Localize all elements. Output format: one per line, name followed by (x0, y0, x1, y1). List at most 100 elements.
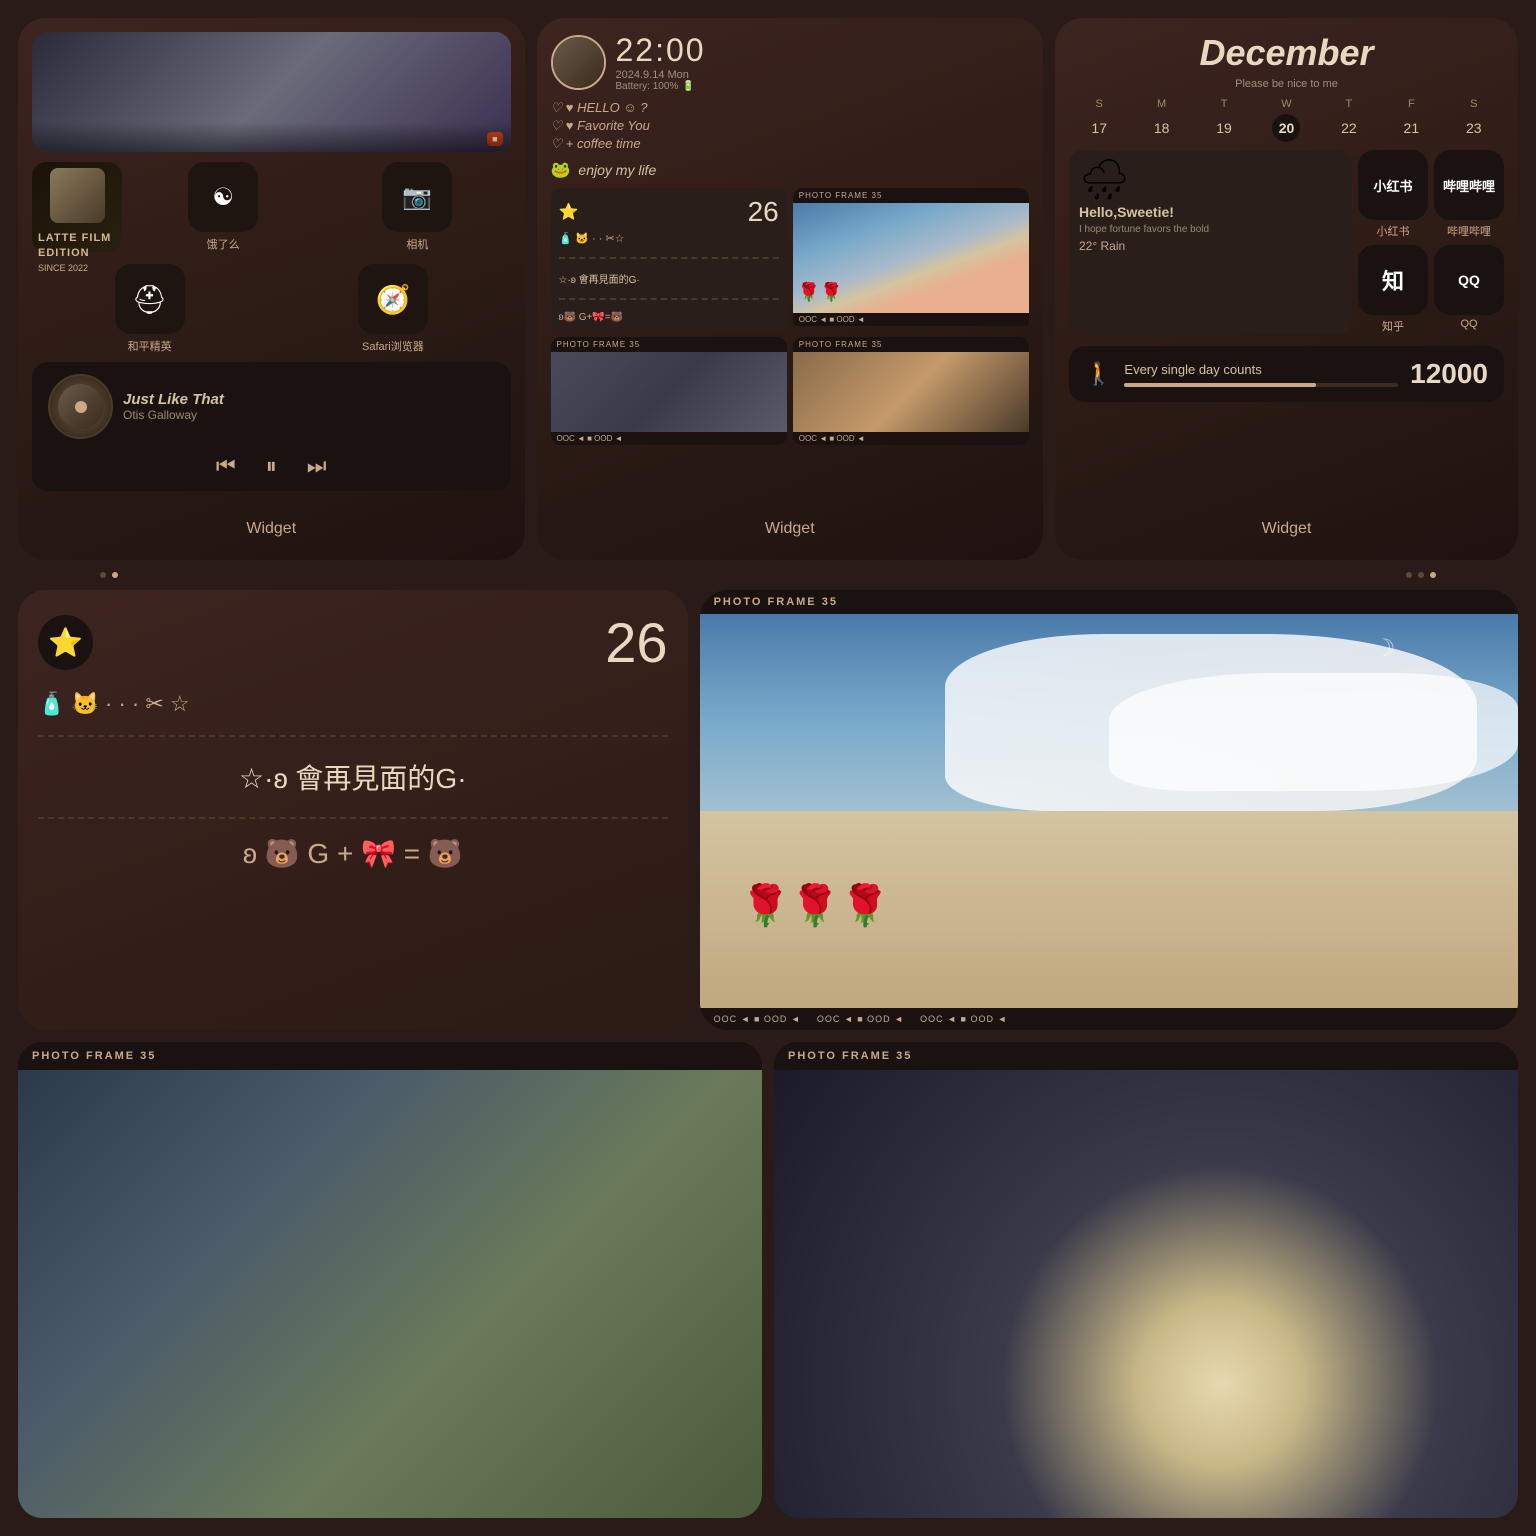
bottom-photo-industrial: PHOTO FRAME 35 (18, 1042, 762, 1518)
photo-arch-img (793, 352, 1029, 432)
big-photo-header: PHOTO FRAME 35 (700, 590, 1518, 614)
pause-button[interactable]: ⏸ (266, 453, 277, 479)
dots-row-combined (0, 560, 1536, 590)
big-photo-panel: PHOTO FRAME 35 ☽ 🌹🌹🌹 OOC ◄ ■ OOD ◄ OOC ◄… (700, 590, 1518, 1030)
battery-text: Battery: 100% (616, 81, 679, 92)
emoji-line-small: 🧴 🐱 · · ✂☆ (559, 232, 779, 245)
chinese-text-big: ☆·ʚ 會再見面的G· (38, 745, 668, 809)
app-icon-bilibili: 哔哩哔哩 (1434, 150, 1504, 220)
photo-footer-train: OOC ◄ ■ OOD ◄ (551, 432, 787, 445)
panel1-label: Widget (32, 514, 511, 546)
dot-right-2 (1418, 572, 1424, 578)
profile-avatar (551, 35, 606, 90)
app-helm[interactable]: ⛑ 和平精英 (32, 264, 267, 354)
bottom-photo-img-industrial (18, 1070, 762, 1518)
star-icon-small: ⭐ (559, 202, 579, 222)
bottom-photo-header-industrial: PHOTO FRAME 35 (18, 1042, 762, 1070)
app-icon-helm: ⛑ (115, 264, 185, 334)
photo-footer-roses: OOC ◄ ■ OOD ◄ (793, 313, 1029, 326)
next-button[interactable]: ⏭ (307, 453, 327, 479)
bottom-photo-moon: PHOTO FRAME 35 (774, 1042, 1518, 1518)
app-ekandao[interactable]: ☯ 饿了么 (130, 162, 316, 256)
app-label-bilibili: 哔哩哔哩 (1447, 223, 1491, 239)
weather-widget: 🌧 Hello,Sweetie! I hope fortune favors t… (1069, 150, 1352, 334)
footer-text-3: OOC ◄ ■ OOD ◄ (920, 1014, 1007, 1024)
be-nice-text: Please be nice to me (1069, 78, 1504, 90)
cal-day-20: 20 (1272, 114, 1300, 142)
time-info: 22:00 2024.9.14 Mon Battery: 100% 🔋 (616, 32, 1030, 92)
dots-right (1406, 564, 1436, 586)
app-qq[interactable]: QQ QQ (1434, 245, 1504, 334)
cal-day-19: 19 (1210, 114, 1238, 142)
cloud-icon: 🌧 (1079, 160, 1342, 200)
cal-day-21: 21 (1397, 114, 1425, 142)
apps-column: 小红书 小红书 哔哩哔哩 哔哩哔哩 知 知乎 QQ QQ (1358, 150, 1504, 334)
formula-row-big: ʚ 🐻 G + 🎀 = 🐻 (38, 827, 668, 880)
app-icon-camera: 📷 (382, 162, 452, 232)
app-zhihu[interactable]: 知 知乎 (1358, 245, 1428, 334)
cal-head-f: F (1381, 98, 1441, 110)
enjoy-emoji: 🐸 (551, 160, 571, 180)
top-image-widget: ■ (32, 32, 511, 152)
app-icon-zhihu: 知 (1358, 245, 1428, 315)
steps-label: Every single day counts (1124, 362, 1398, 377)
wish-2: ♡ ♥ Favorite You (551, 118, 1030, 134)
big-photo-footer: OOC ◄ ■ OOD ◄ OOC ◄ ■ OOD ◄ OOC ◄ ■ OOD … (700, 1008, 1518, 1030)
prev-button[interactable]: ⏮ (216, 453, 236, 479)
latte-widget[interactable]: LATTE FILM EDITION SINCE 2022 (32, 162, 122, 252)
steps-info: Every single day counts (1124, 362, 1398, 387)
photo-footer-text-arch: OOC ◄ ■ OOD ◄ (799, 434, 865, 443)
app-icon-safari: 🧭 (358, 264, 428, 334)
photo-frame-header-train: PHOTO FRAME 35 (551, 337, 787, 352)
cal-head-s2: S (1444, 98, 1504, 110)
star-badge: ⭐ (38, 615, 93, 670)
footer-group-1: OOC ◄ ■ OOD ◄ (714, 1014, 801, 1024)
roses-emoji: 🌹🌹 (798, 282, 843, 303)
enjoy-text: enjoy my life (578, 162, 656, 178)
number-widget: ⭐ 26 🧴 🐱 · · ✂☆ ☆·ʚ 會再見面的G· ʚ🐻 G+🎀=🐻 (551, 188, 787, 331)
steps-count: 12000 (1410, 358, 1488, 390)
steps-bar-fill (1124, 383, 1316, 387)
wish-1: ♡ ♥ HELLO ☺ ? (551, 100, 1030, 116)
battery-icon: 🔋 (682, 81, 694, 92)
app-label-ekandao: 饿了么 (207, 236, 240, 252)
photo-frame-header-arch: PHOTO FRAME 35 (793, 337, 1029, 352)
dot-right-1 (1406, 572, 1412, 578)
cloud-shape-2 (1109, 673, 1518, 791)
music-controls: ⏮ ⏸ ⏭ (48, 449, 495, 479)
photo-footer-arch: OOC ◄ ■ OOD ◄ (793, 432, 1029, 445)
music-row: Just Like That Otis Galloway (48, 374, 495, 439)
dot-right-3 (1430, 572, 1436, 578)
app-label-zhihu: 知乎 (1382, 318, 1404, 334)
chinese-text-small: ☆·ʚ 會再見面的G· (559, 271, 779, 286)
apps-row-2: ⛑ 和平精英 🧭 Safari浏览器 (32, 264, 511, 354)
footer-group-3: OOC ◄ ■ OOD ◄ (920, 1014, 1007, 1024)
app-bilibili[interactable]: 哔哩哔哩 哔哩哔哩 (1434, 150, 1504, 239)
panel-middle: 22:00 2024.9.14 Mon Battery: 100% 🔋 ♡ ♥ … (537, 18, 1044, 560)
photo-footer-text-train: OOC ◄ ■ OOD ◄ (557, 434, 623, 443)
dashed-line-2 (38, 817, 668, 819)
latte-image (50, 168, 105, 223)
panel3-widget-row: 🌧 Hello,Sweetie! I hope fortune favors t… (1069, 150, 1504, 334)
date-display: 2024.9.14 Mon (616, 69, 1030, 81)
cal-head-t1: T (1194, 98, 1254, 110)
app-safari[interactable]: 🧭 Safari浏览器 (275, 264, 510, 354)
apps-row-top: 小红书 小红书 哔哩哔哩 哔哩哔哩 (1358, 150, 1504, 239)
cal-head-s1: S (1069, 98, 1129, 110)
cal-head-t2: T (1319, 98, 1379, 110)
photo-train-img (551, 352, 787, 432)
footer-group-2: OOC ◄ ■ OOD ◄ (817, 1014, 904, 1024)
app-camera[interactable]: 📷 相机 (324, 162, 510, 256)
photo-roses-img: 🌹🌹 (793, 203, 1029, 313)
panel-left: ■ LATTE FILM EDITION SINCE 2022 ☯ 饿了么 📷 … (18, 18, 525, 560)
photo-footer-text-roses: OOC ◄ ■ OOD ◄ (799, 315, 865, 324)
enjoy-banner: 🐸 enjoy my life (551, 160, 1030, 180)
photo-frame-roses: PHOTO FRAME 35 🌹🌹 OOC ◄ ■ OOD ◄ (793, 188, 1029, 331)
formula-small: ʚ🐻 G+🎀=🐻 (559, 312, 779, 323)
app-xiaohongshu[interactable]: 小红书 小红书 (1358, 150, 1428, 239)
photo-frame-train: PHOTO FRAME 35 OOC ◄ ■ OOD ◄ (551, 337, 787, 445)
cal-day-23: 23 (1460, 114, 1488, 142)
panel2-label: Widget (551, 514, 1030, 546)
dashed-line-1 (38, 735, 668, 737)
photo-frame-header-roses: PHOTO FRAME 35 (793, 188, 1029, 203)
